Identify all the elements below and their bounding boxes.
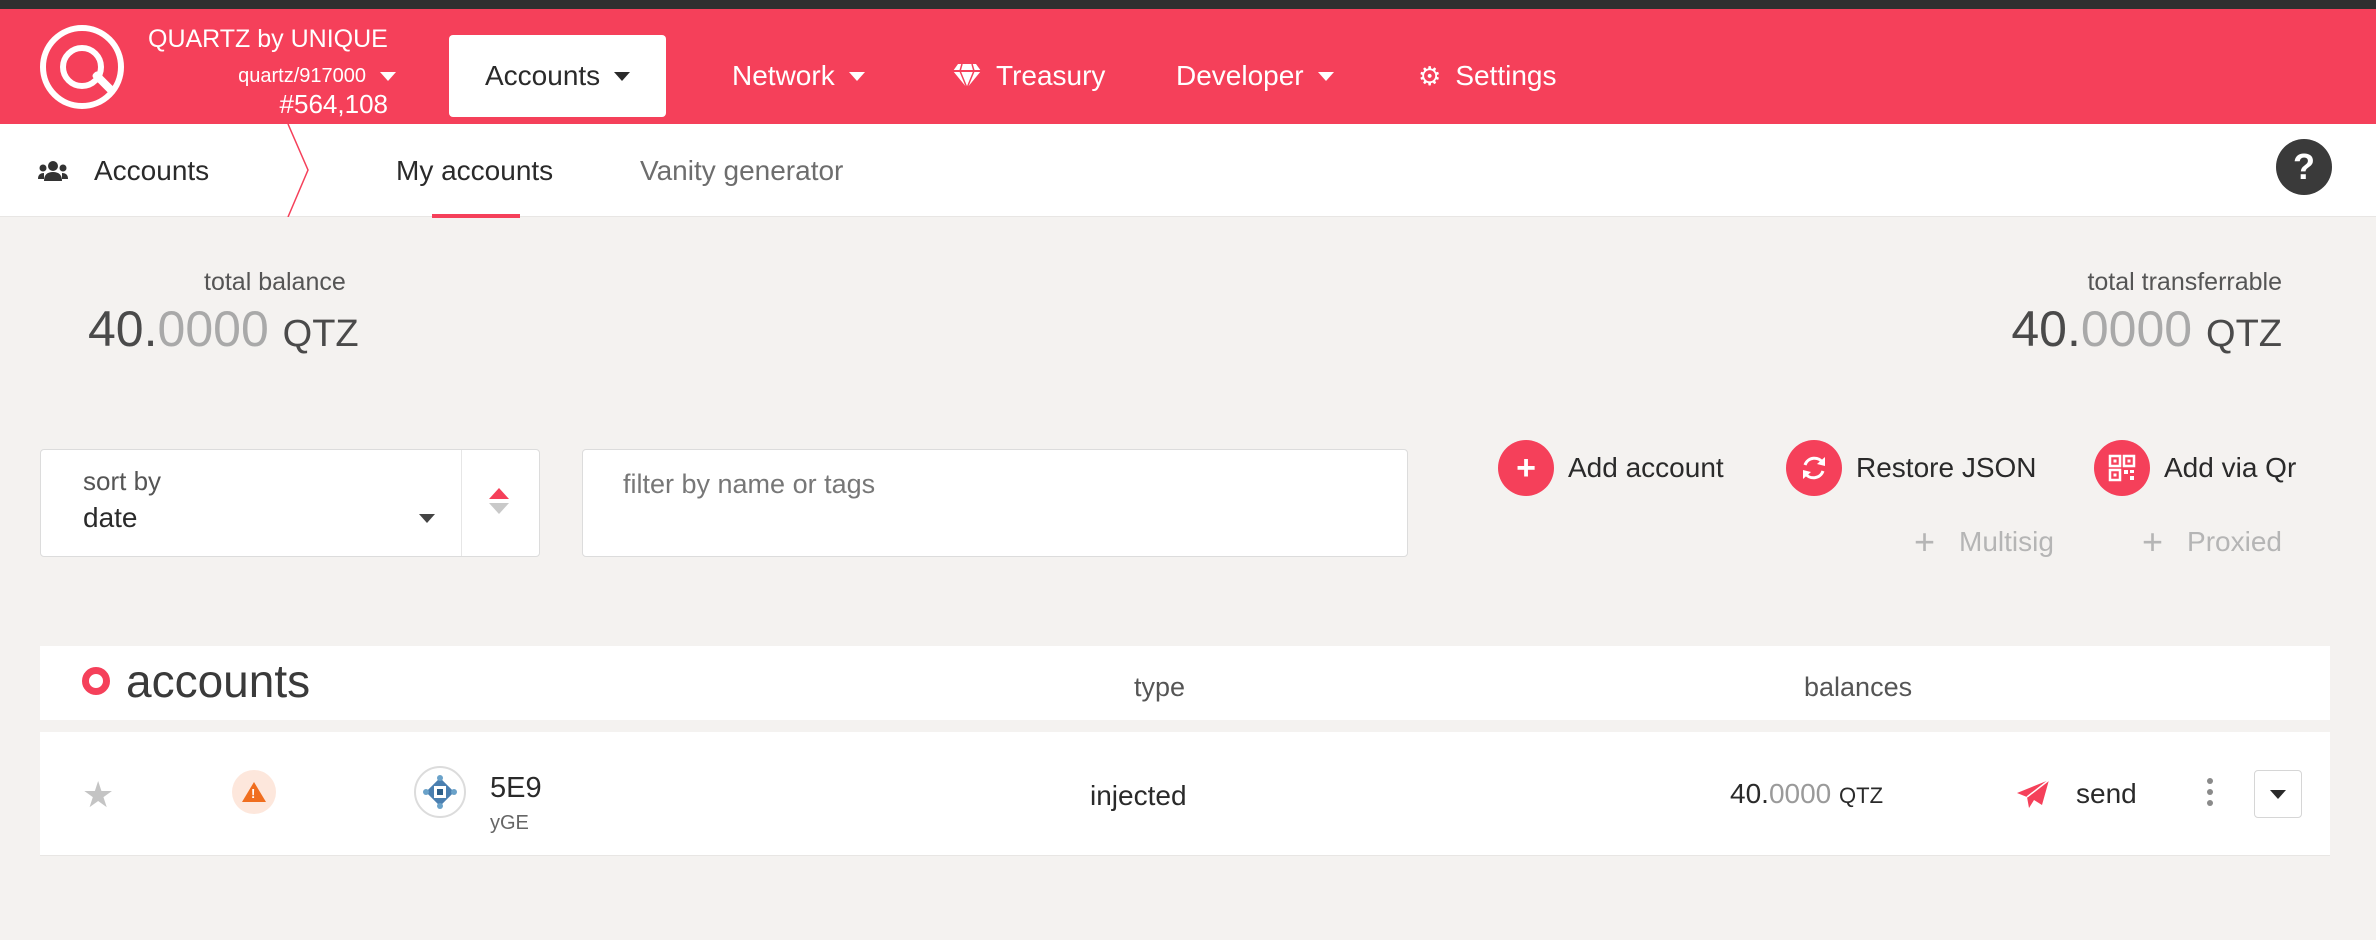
menu-settings-label: Settings: [1455, 60, 1557, 91]
chevron-down-icon: [380, 72, 396, 81]
qrcode-icon: [2094, 440, 2150, 496]
star-icon[interactable]: ★: [82, 774, 114, 816]
table-row: ★ ! 5E9 yGE injected 40.0000 QTZ send: [40, 732, 2330, 856]
menu-developer-label: Developer: [1176, 60, 1304, 91]
filter-input[interactable]: [623, 464, 1363, 504]
active-tab-indicator: [432, 214, 520, 218]
accounts-table-header: accounts type balances: [40, 646, 2330, 726]
window-top-strip: [0, 0, 2376, 9]
sub-navigation-bar: Accounts My accounts Vanity generator: [0, 124, 2376, 217]
sort-by-label: sort by: [83, 466, 162, 496]
chevron-down-icon: [419, 514, 435, 523]
warning-icon[interactable]: !: [232, 770, 276, 814]
sort-by-dropdown[interactable]: sort by date: [40, 449, 540, 557]
menu-settings[interactable]: ⚙ Settings: [1418, 35, 1556, 117]
gears-icon: ⚙: [1418, 60, 1442, 91]
chevron-down-icon: [848, 71, 865, 81]
sync-icon: [1786, 440, 1842, 496]
multisig-button[interactable]: + Multisig: [1914, 514, 2054, 570]
account-balance: 40.0000 QTZ: [1730, 778, 1884, 809]
plus-icon: +: [1498, 440, 1554, 496]
plus-icon: +: [1914, 521, 1936, 562]
account-type: injected: [1090, 780, 1187, 811]
menu-accounts-label: Accounts: [485, 60, 601, 91]
chevron-down-icon: [1317, 71, 1334, 81]
menu-developer[interactable]: Developer: [1176, 35, 1334, 117]
total-balance-value: 40.0000 QTZ: [88, 301, 359, 357]
account-name[interactable]: 5E9: [490, 772, 542, 805]
menu-accounts[interactable]: Accounts: [449, 35, 667, 117]
column-type: type: [1134, 672, 1186, 702]
menu-treasury[interactable]: Treasury: [952, 35, 1105, 117]
proxied-button[interactable]: + Proxied: [2142, 514, 2282, 570]
total-transferrable-value: 40.0000 QTZ: [2011, 301, 2282, 357]
menu-network[interactable]: Network: [732, 35, 865, 117]
circle-icon: [82, 667, 110, 695]
breadcrumb-label: Accounts: [94, 154, 210, 186]
gem-icon: [953, 63, 981, 89]
filter-field[interactable]: [582, 449, 1408, 557]
paper-plane-icon: [2017, 779, 2050, 808]
quartz-logo-icon[interactable]: [40, 25, 124, 109]
plus-icon: +: [2142, 521, 2164, 562]
add-via-qr-button[interactable]: Add via Qr: [2094, 440, 2296, 496]
total-transferrable-label: total transferrable: [2087, 268, 2282, 296]
help-button[interactable]: ?: [2276, 139, 2332, 195]
breadcrumb-accounts[interactable]: Accounts: [38, 124, 209, 217]
restore-json-button[interactable]: Restore JSON: [1786, 440, 2037, 496]
menu-treasury-label: Treasury: [996, 60, 1106, 91]
sort-direction-toggle[interactable]: [489, 488, 509, 514]
chevron-down-icon: [2270, 789, 2286, 799]
send-button[interactable]: send: [2016, 770, 2137, 818]
tab-my-accounts[interactable]: My accounts: [396, 124, 553, 217]
breadcrumb-separator-icon: [287, 124, 309, 217]
chain-name: QUARTZ by UNIQUE: [148, 25, 388, 53]
sort-ascending-icon: [489, 488, 509, 499]
add-account-button[interactable]: + Add account: [1498, 440, 1724, 496]
column-balances: balances: [1804, 672, 1913, 702]
menu-network-label: Network: [732, 60, 835, 91]
expand-row-button[interactable]: [2254, 770, 2302, 818]
sort-by-value: date: [83, 502, 138, 533]
total-balance-label: total balance: [204, 268, 346, 296]
sort-descending-icon: [489, 503, 509, 514]
block-number: #564,108: [279, 89, 388, 119]
top-navigation-bar: QUARTZ by UNIQUE quartz/917000 #564,108 …: [0, 9, 2376, 124]
account-subtitle: yGE: [490, 812, 529, 834]
chain-version: quartz/917000: [238, 65, 396, 88]
table-title: accounts: [82, 654, 310, 708]
more-options-icon[interactable]: [2200, 772, 2220, 812]
people-icon: [38, 160, 68, 181]
chevron-down-icon: [614, 71, 631, 81]
account-identicon[interactable]: [414, 766, 466, 818]
tab-vanity-generator[interactable]: Vanity generator: [640, 124, 843, 217]
